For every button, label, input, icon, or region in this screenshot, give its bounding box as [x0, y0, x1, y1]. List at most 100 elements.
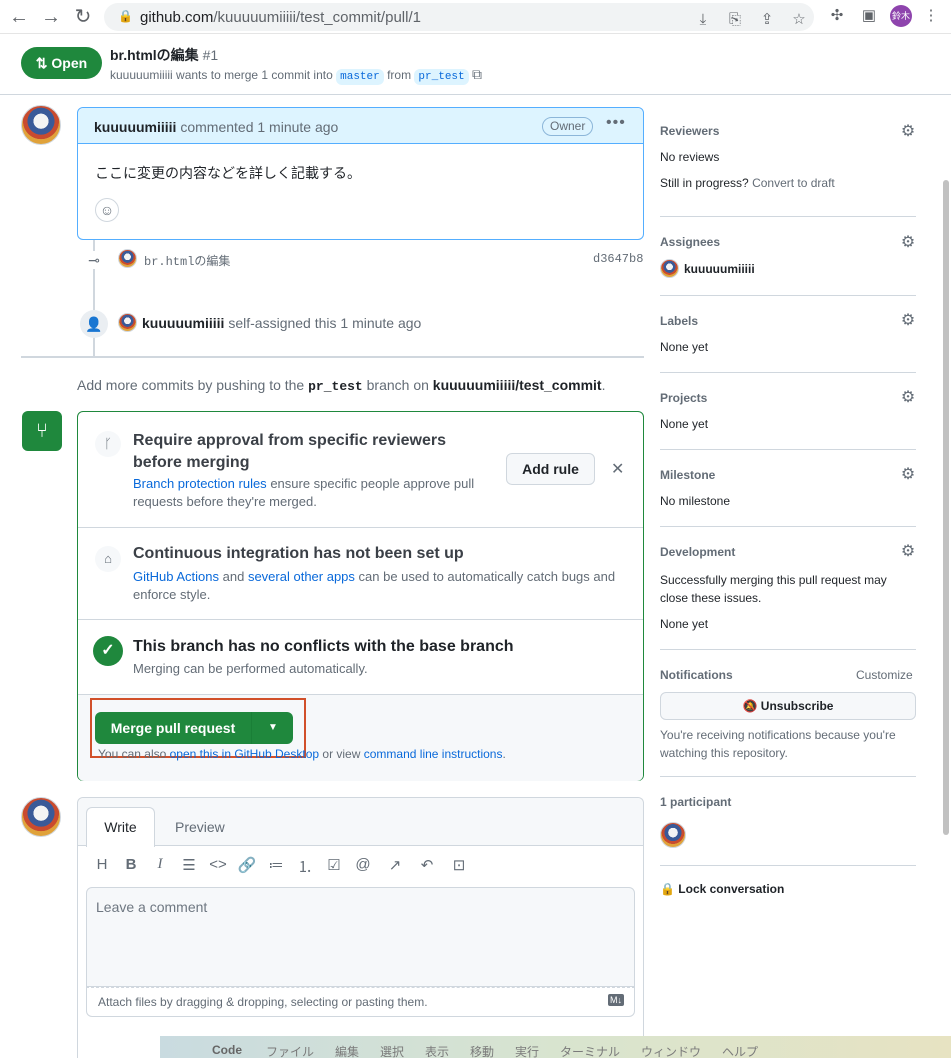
github-desktop-link[interactable]: open this in GitHub Desktop	[170, 747, 319, 761]
convert-to-draft-link[interactable]: Convert to draft	[752, 176, 835, 190]
lock-conversation-link[interactable]: 🔒 Lock conversation	[660, 882, 784, 896]
command-line-link[interactable]: command line instructions	[364, 747, 503, 761]
check-icon: ✓	[93, 636, 123, 666]
emoji-reaction-icon[interactable]: ☺	[95, 198, 119, 222]
extensions-icon[interactable]: ✣	[826, 5, 848, 27]
bookmark-star-icon[interactable]: ☆	[788, 9, 810, 31]
copy-icon[interactable]: ⧉	[472, 66, 482, 82]
commit-sha[interactable]: d3647b8	[593, 252, 643, 266]
gear-icon[interactable]: ⚙	[899, 543, 917, 561]
labels-title[interactable]: Labels	[660, 314, 698, 328]
attach-bar[interactable]: Attach files by dragging & dropping, sel…	[86, 987, 635, 1017]
unsubscribe-button[interactable]: 🔕 Unsubscribe	[660, 692, 916, 720]
more-options-icon[interactable]: •••	[606, 114, 626, 132]
branch-protection-link[interactable]: Branch protection rules	[133, 476, 267, 491]
merge-box: ᚴ Require approval from specific reviewe…	[77, 411, 644, 781]
code-icon[interactable]: <>	[208, 856, 228, 873]
development-desc: Successfully merging this pull request m…	[660, 573, 887, 605]
avatar[interactable]	[660, 822, 686, 848]
add-rule-button[interactable]: Add rule	[506, 453, 595, 485]
avatar[interactable]	[118, 313, 137, 332]
close-icon[interactable]: ✕	[611, 459, 624, 479]
menu-item-select[interactable]: 選択	[380, 1043, 404, 1060]
avatar[interactable]	[21, 797, 61, 837]
tab-preview[interactable]: Preview	[175, 819, 225, 835]
projects-value: None yet	[660, 417, 709, 431]
reviewers-title[interactable]: Reviewers	[660, 124, 719, 138]
task-list-icon[interactable]: ☑	[324, 856, 344, 874]
sidepanel-icon[interactable]: ▣	[858, 5, 880, 27]
saved-replies-icon[interactable]: ⊡	[449, 856, 469, 874]
tab-write[interactable]: Write	[86, 807, 155, 847]
bold-icon[interactable]: B	[121, 856, 141, 873]
assignee-name[interactable]: kuuuuumiiiii	[684, 262, 755, 276]
placeholder-text: Leave a comment	[96, 899, 208, 915]
other-apps-link[interactable]: several other apps	[248, 569, 355, 584]
menu-app-code[interactable]: Code	[212, 1043, 242, 1057]
menu-item-window[interactable]: ウィンドウ	[641, 1043, 701, 1060]
pr-title[interactable]: br.htmlの編集 #1	[110, 45, 218, 65]
download-icon[interactable]: ⤓	[692, 9, 714, 31]
notifications-title: Notifications	[660, 668, 733, 682]
push-hint: Add more commits by pushing to the pr_te…	[77, 377, 606, 394]
menu-item-help[interactable]: ヘルプ	[722, 1043, 758, 1060]
gear-icon[interactable]: ⚙	[899, 123, 917, 141]
avatar[interactable]	[118, 249, 137, 268]
commit-message[interactable]: br.htmlの編集	[144, 252, 230, 269]
ordered-list-icon[interactable]: ⒈	[295, 856, 315, 877]
development-title[interactable]: Development	[660, 545, 735, 559]
conflict-desc: Merging can be performed automatically.	[133, 661, 368, 676]
mention-icon[interactable]: @	[353, 856, 373, 873]
development-value: None yet	[660, 617, 709, 631]
heading-icon[interactable]: H	[92, 856, 112, 873]
menu-item-view[interactable]: 表示	[425, 1043, 449, 1060]
head-branch[interactable]: pr_test	[414, 69, 469, 85]
menu-dots-icon[interactable]: ⋮	[920, 5, 942, 27]
avatar[interactable]	[660, 259, 679, 278]
bell-slash-icon: 🔕	[742, 699, 761, 713]
rule-title: Require approval from specific reviewers…	[133, 432, 447, 471]
divider	[660, 526, 916, 527]
rule-desc: Branch protection rules ensure specific …	[133, 476, 475, 509]
reload-icon[interactable]: ↻	[71, 5, 95, 29]
branch-icon: ᚴ	[95, 431, 121, 457]
menu-item-edit[interactable]: 編集	[335, 1043, 359, 1060]
assignees-title[interactable]: Assignees	[660, 235, 720, 249]
menu-item-file[interactable]: ファイル	[266, 1043, 314, 1060]
owner-badge: Owner	[542, 117, 594, 136]
link-icon[interactable]: 🔗	[237, 856, 257, 874]
github-actions-link[interactable]: GitHub Actions	[133, 569, 219, 584]
quote-icon[interactable]: ☰	[179, 856, 199, 874]
cross-reference-icon[interactable]: ↗	[385, 856, 405, 874]
back-icon[interactable]: ←	[7, 5, 31, 29]
menu-item-run[interactable]: 実行	[515, 1043, 539, 1060]
customize-link[interactable]: Customize	[856, 668, 913, 682]
menu-item-terminal[interactable]: ターミナル	[560, 1043, 620, 1060]
avatar[interactable]	[21, 105, 61, 145]
gear-icon[interactable]: ⚙	[899, 389, 917, 407]
reply-icon[interactable]: ↶	[417, 856, 437, 874]
gear-icon[interactable]: ⚙	[899, 466, 917, 484]
translate-icon[interactable]: ⎘	[724, 9, 746, 31]
divider	[660, 295, 916, 296]
attach-text: Attach files by dragging & dropping, sel…	[98, 995, 428, 1009]
gear-icon[interactable]: ⚙	[899, 234, 917, 252]
divider	[660, 372, 916, 373]
base-branch[interactable]: master	[336, 69, 384, 85]
address-bar[interactable]: 🔒 github.com/kuuuuumiiiii/test_commit/pu…	[104, 3, 814, 31]
italic-icon[interactable]: I	[150, 856, 170, 873]
forward-icon[interactable]: →	[39, 5, 63, 29]
person-icon: 👤	[80, 310, 108, 338]
status-badge: ⇅ Open	[21, 47, 102, 79]
gear-icon[interactable]: ⚙	[899, 312, 917, 330]
ci-title: Continuous integration has not been set …	[133, 545, 464, 562]
unordered-list-icon[interactable]: ≔	[266, 856, 286, 874]
menu-item-go[interactable]: 移動	[470, 1043, 494, 1060]
editor-tabs	[78, 798, 643, 846]
profile-avatar[interactable]: 鈴木	[890, 5, 912, 27]
share-icon[interactable]: ⇪	[756, 9, 778, 31]
projects-title[interactable]: Projects	[660, 391, 707, 405]
milestone-title[interactable]: Milestone	[660, 468, 715, 482]
scrollbar-thumb[interactable]	[943, 180, 949, 835]
comment-textarea[interactable]: Leave a comment	[86, 887, 635, 987]
